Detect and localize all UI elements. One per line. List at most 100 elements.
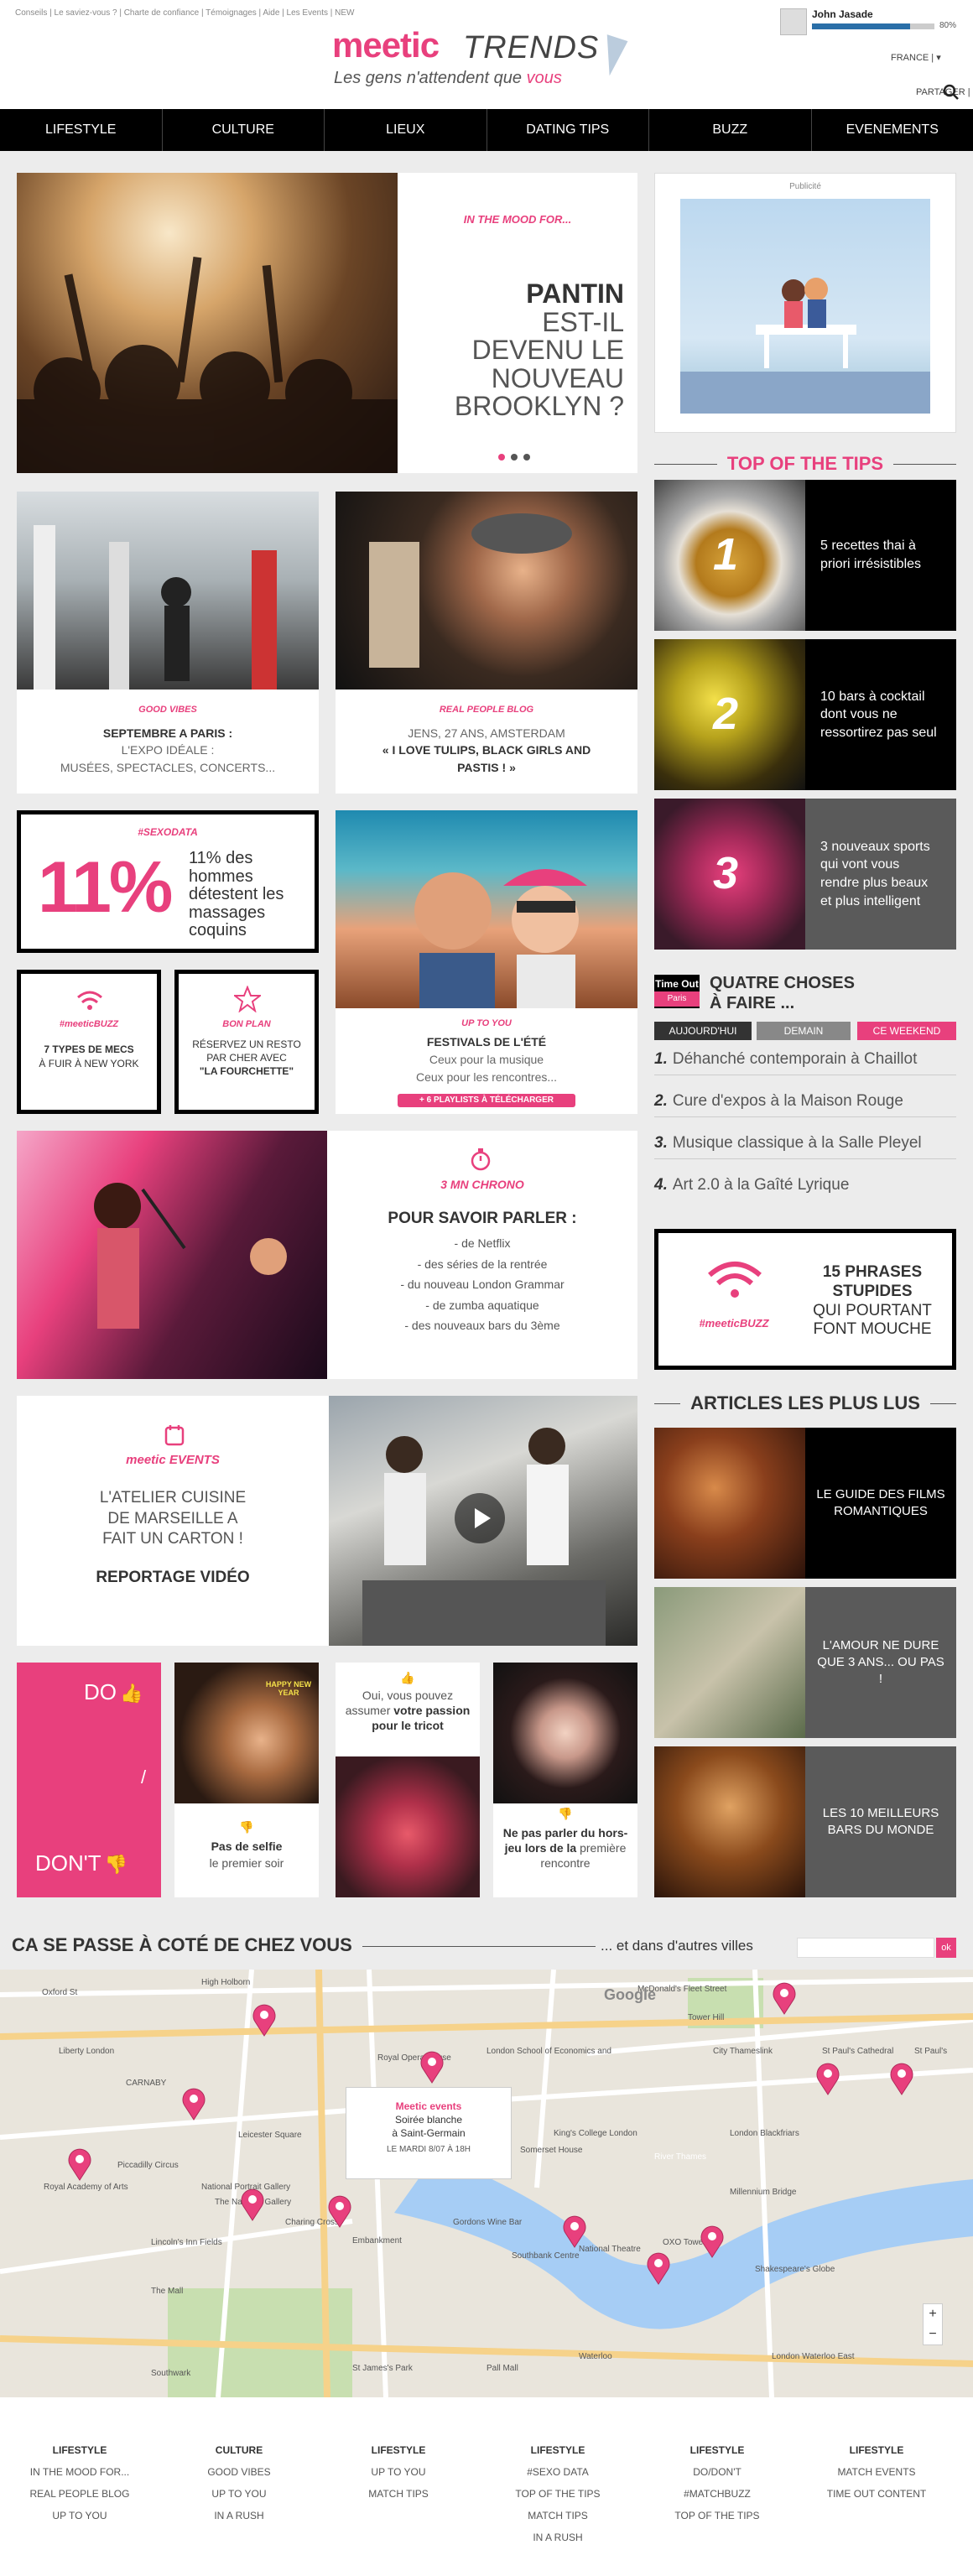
- footer-link[interactable]: REAL PEOPLE BLOG: [8, 2483, 151, 2505]
- map-pin-icon[interactable]: [562, 2214, 587, 2248]
- playlists-badge[interactable]: + 6 PLAYLISTS À TÉLÉCHARGER: [398, 1094, 575, 1107]
- footer-heading[interactable]: LIFESTYLE: [486, 2439, 629, 2461]
- map-pin-icon[interactable]: [772, 1981, 797, 2015]
- up-to-you-card[interactable]: UP TO YOU FESTIVALS DE L'ÉTÉ Ceux pour l…: [336, 810, 637, 1114]
- footer-heading[interactable]: CULTURE: [168, 2439, 310, 2461]
- carousel-dot[interactable]: [498, 454, 505, 461]
- footer-heading[interactable]: LIFESTYLE: [646, 2439, 788, 2461]
- map-pin-icon[interactable]: [889, 2062, 914, 2095]
- tab-tomorrow[interactable]: DEMAIN: [757, 1022, 851, 1040]
- good-vibes-card[interactable]: GOOD VIBES SEPTEMBRE A PARIS : L'EXPO ID…: [17, 492, 319, 794]
- tricot-card[interactable]: 👍 Oui, vous pouvez assumer votre passion…: [336, 1663, 480, 1897]
- horsjeu-card[interactable]: 👎 Ne pas parler du hors-jeu lors de la p…: [493, 1663, 637, 1897]
- footer-heading[interactable]: LIFESTYLE: [805, 2439, 948, 2461]
- country-select[interactable]: FRANCE | ▾: [891, 52, 941, 63]
- most-read-item-1[interactable]: LE GUIDE DES FILMS ROMANTIQUES: [654, 1428, 956, 1579]
- most-read-item-2[interactable]: L'AMOUR NE DURE QUE 3 ANS... OU PAS !: [654, 1587, 956, 1738]
- buzz-small-card[interactable]: #meeticBUZZ 7 TYPES DE MECS À FUIR À NEW…: [17, 970, 161, 1114]
- user-panel[interactable]: John Jasade 80%: [780, 7, 960, 40]
- nav-lifestyle[interactable]: LIFESTYLE: [0, 109, 163, 151]
- map-zoom-controls[interactable]: + −: [923, 2303, 943, 2345]
- footer-link[interactable]: IN A RUSH: [486, 2527, 629, 2548]
- zoom-in-icon[interactable]: +: [924, 2304, 942, 2324]
- footer-link[interactable]: IN A RUSH: [168, 2505, 310, 2527]
- footer-link[interactable]: TOP OF THE TIPS: [486, 2483, 629, 2505]
- footer-link[interactable]: UP TO YOU: [168, 2483, 310, 2505]
- events-card[interactable]: meetic EVENTS L'ATELIER CUISINE DE MARSE…: [17, 1396, 637, 1646]
- card-title: FESTIVALS DE L'ÉTÉ Ceux pour la musique …: [415, 1035, 558, 1084]
- map-canvas[interactable]: [0, 1970, 973, 2397]
- map-label: National Theatre: [579, 2245, 641, 2254]
- do-dont-card[interactable]: DO 👍 / DON'T 👎: [17, 1663, 161, 1897]
- tip-item-2[interactable]: 2 10 bars à cocktail dont vous ne ressor…: [654, 639, 956, 790]
- tip-item-1[interactable]: 1 5 recettes thai à priori irrésistibles: [654, 480, 956, 631]
- map-pin-icon[interactable]: [67, 2147, 92, 2181]
- bon-plan-card[interactable]: BON PLAN RÉSERVEZ UN RESTO PAR CHER AVEC…: [174, 970, 319, 1114]
- buzz-box[interactable]: #meeticBUZZ 15 PHRASES STUPIDES QUI POURT…: [654, 1229, 956, 1370]
- footer-heading[interactable]: LIFESTYLE: [327, 2439, 470, 2461]
- footer-link[interactable]: MATCH TIPS: [327, 2483, 470, 2505]
- todo-item[interactable]: 1. Déhanché contemporain à Chaillot: [654, 1050, 956, 1075]
- search-icon[interactable]: [943, 84, 960, 101]
- todo-item[interactable]: 3. Musique classique à la Salle Pleyel: [654, 1134, 956, 1159]
- footer-heading[interactable]: LIFESTYLE: [8, 2439, 151, 2461]
- nav-buzz[interactable]: BUZZ: [649, 109, 812, 151]
- timeout-title: QUATRE CHOSES À FAIRE ...: [710, 974, 855, 1012]
- map-pin-icon[interactable]: [327, 2194, 352, 2228]
- top-tips-heading: TOP OF THE TIPS: [654, 451, 956, 476]
- city-search-input[interactable]: [797, 1938, 934, 1958]
- tab-today[interactable]: AUJOURD'HUI: [654, 1022, 752, 1040]
- footer-link[interactable]: TIME OUT CONTENT: [805, 2483, 948, 2505]
- video-report-link[interactable]: REPORTAGE VIDÉO: [17, 1569, 329, 1587]
- nav-culture[interactable]: CULTURE: [163, 109, 325, 151]
- card-tag: meetic EVENTS: [126, 1453, 220, 1467]
- city-search-ok-button[interactable]: ok: [936, 1938, 956, 1958]
- map-pin-icon[interactable]: [252, 2003, 277, 2037]
- todo-item[interactable]: 2. Cure d'expos à la Maison Rouge: [654, 1092, 956, 1117]
- footer-link[interactable]: MATCH TIPS: [486, 2505, 629, 2527]
- nav-evenements[interactable]: EVENEMENTS: [812, 109, 973, 151]
- user-name[interactable]: John Jasade: [812, 8, 873, 20]
- nav-lieux[interactable]: LIEUX: [325, 109, 487, 151]
- map-pin-icon[interactable]: [815, 2062, 840, 2095]
- hero-carousel-dots[interactable]: [498, 450, 549, 461]
- site-logo[interactable]: meetic TRENDS Les gens n'attendent que v…: [332, 25, 643, 92]
- zoom-out-icon[interactable]: −: [924, 2324, 942, 2344]
- most-read-item-3[interactable]: LES 10 MEILLEURS BARS DU MONDE: [654, 1746, 956, 1897]
- ad-panel[interactable]: Publicité: [654, 173, 956, 433]
- footer-link[interactable]: DO/DON'T: [646, 2461, 788, 2483]
- footer-link[interactable]: IN THE MOOD FOR...: [8, 2461, 151, 2483]
- carousel-dot[interactable]: [511, 454, 518, 461]
- footer-link[interactable]: UP TO YOU: [8, 2505, 151, 2527]
- card-title: SEPTEMBRE A PARIS : L'EXPO IDÉALE : MUSÉ…: [60, 726, 276, 774]
- footer-link[interactable]: MATCH EVENTS: [805, 2461, 948, 2483]
- tab-weekend[interactable]: CE WEEKEND: [857, 1022, 956, 1040]
- map-pin-icon[interactable]: [700, 2225, 725, 2258]
- top-links[interactable]: Conseils | Le saviez-vous ? | Charte de …: [15, 8, 355, 18]
- profile-progress-bar: [812, 23, 934, 29]
- map-popup[interactable]: Meetic events Soirée blanche à Saint-Ger…: [346, 2087, 512, 2179]
- tip-item-3[interactable]: 3 3 nouveaux sports qui vont vous rendre…: [654, 799, 956, 950]
- avatar[interactable]: [780, 8, 807, 35]
- play-video-button[interactable]: [455, 1493, 505, 1543]
- footer-link[interactable]: #SEXO DATA: [486, 2461, 629, 2483]
- map-pin-icon[interactable]: [240, 2188, 265, 2221]
- map-pin-icon[interactable]: [646, 2251, 671, 2285]
- people-blog-card[interactable]: REAL PEOPLE BLOG JENS, 27 ANS, AMSTERDAM…: [336, 492, 637, 794]
- footer-link[interactable]: #MATCHBUZZ: [646, 2483, 788, 2505]
- card-tag: #meeticBUZZ: [59, 1019, 119, 1029]
- todo-item[interactable]: 4. Art 2.0 à la Gaîté Lyrique: [654, 1176, 956, 1201]
- sexodata-card[interactable]: #SEXODATA 11% 11% des hommes détestent l…: [17, 810, 319, 953]
- map-pin-icon[interactable]: [419, 2050, 445, 2084]
- footer-link[interactable]: UP TO YOU: [327, 2461, 470, 2483]
- footer-link[interactable]: TOP OF THE TIPS: [646, 2505, 788, 2527]
- hero-card[interactable]: IN THE MOOD FOR... PANTIN EST-IL DEVENU …: [17, 173, 637, 473]
- chrono-card[interactable]: 3 MN CHRONO POUR SAVOIR PARLER : - de Ne…: [17, 1131, 637, 1379]
- event-map[interactable]: Oxford St High Holborn Liberty London CARNA…: [0, 1970, 973, 2397]
- map-label: St James's Park: [352, 2364, 413, 2373]
- carousel-dot[interactable]: [523, 454, 530, 461]
- nav-dating-tips[interactable]: DATING TIPS: [487, 109, 649, 151]
- map-pin-icon[interactable]: [181, 2087, 206, 2121]
- selfie-card[interactable]: HAPPY NEW YEAR 👎 Pas de selfie le premie…: [174, 1663, 319, 1897]
- footer-link[interactable]: GOOD VIBES: [168, 2461, 310, 2483]
